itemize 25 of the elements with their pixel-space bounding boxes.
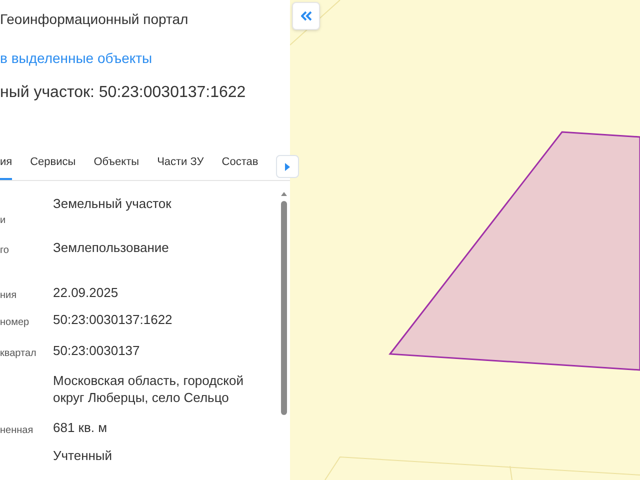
field-label: квартал: [0, 347, 38, 361]
parcel-heading: ный участок: 50:23:0030137:1622: [0, 83, 247, 103]
portal-title: Геоинформационный портал: [0, 10, 190, 29]
field-value: 681 кв. м: [53, 419, 108, 437]
tab[interactable]: Состав: [222, 149, 258, 180]
field-value: Московская область, городской округ Люберцы, село Сельцо: [53, 372, 245, 407]
field-value: 22.09.2025: [53, 284, 120, 302]
field-value: 50:23:0030137: [53, 342, 141, 360]
field-label: ненная: [0, 424, 34, 438]
field-value: 50:23:0030137:1622: [53, 311, 174, 329]
field-value: Учтенный: [53, 447, 114, 465]
tab[interactable]: ия: [0, 149, 12, 180]
tab[interactable]: Части ЗУ: [157, 149, 204, 180]
collapse-panel-button[interactable]: [292, 2, 320, 30]
field-value: Землепользование: [53, 239, 170, 257]
field-label: номер: [0, 316, 30, 330]
tab[interactable]: Объекты: [94, 149, 140, 180]
field-label: ния: [0, 289, 18, 303]
field-label: го: [0, 244, 10, 258]
tab[interactable]: Сервисы: [30, 149, 76, 180]
double-chevron-left-icon: [300, 11, 312, 21]
tabs-scroll-button[interactable]: [276, 155, 300, 178]
field-label: и: [0, 214, 7, 228]
caret-right-icon: [285, 162, 290, 170]
field-value: Земельный участок: [53, 195, 172, 213]
